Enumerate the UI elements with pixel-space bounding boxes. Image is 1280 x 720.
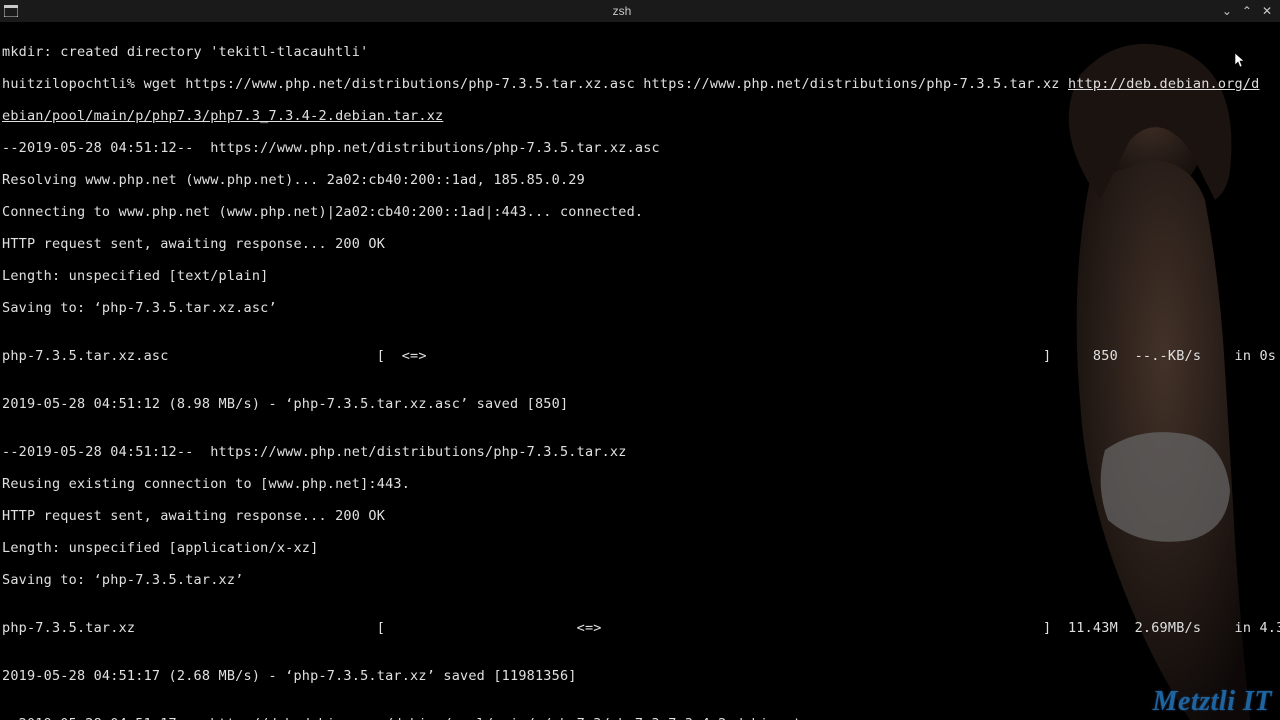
- output-line: --2019-05-28 04:51:12-- https://www.php.…: [2, 140, 1278, 156]
- progress-line: php-7.3.5.tar.xz.asc [ <=> ] 850 --.-KB/…: [2, 348, 1278, 364]
- output-line: Resolving www.php.net (www.php.net)... 2…: [2, 172, 1278, 188]
- url-link[interactable]: ebian/pool/main/p/php7.3/php7.3_7.3.4-2.…: [2, 108, 443, 124]
- output-line: Saving to: ‘php-7.3.5.tar.xz’: [2, 572, 1278, 588]
- window-controls: ⌄ ⌃ ✕: [1222, 4, 1280, 18]
- url-link[interactable]: http://deb.debian.org/d: [1068, 76, 1260, 92]
- output-line: HTTP request sent, awaiting response... …: [2, 508, 1278, 524]
- minimize-button[interactable]: ⌄: [1222, 4, 1232, 18]
- progress-line: php-7.3.5.tar.xz [ <=> ] 11.43M 2.69MB/s…: [2, 620, 1278, 636]
- terminal-output[interactable]: mkdir: created directory 'tekitl-tlacauh…: [0, 22, 1280, 720]
- output-line: mkdir: created directory 'tekitl-tlacauh…: [2, 44, 1278, 60]
- close-button[interactable]: ✕: [1262, 4, 1272, 18]
- output-line: HTTP request sent, awaiting response... …: [2, 236, 1278, 252]
- text: huitzilopochtli% wget https://www.php.ne…: [2, 76, 1068, 92]
- terminal-app-icon: [0, 5, 22, 17]
- output-line: Connecting to www.php.net (www.php.net)|…: [2, 204, 1278, 220]
- output-line: Saving to: ‘php-7.3.5.tar.xz.asc’: [2, 300, 1278, 316]
- output-line: --2019-05-28 04:51:17-- http://deb.debia…: [2, 716, 1278, 720]
- output-line: 2019-05-28 04:51:12 (8.98 MB/s) - ‘php-7…: [2, 396, 1278, 412]
- output-line: Length: unspecified [application/x-xz]: [2, 540, 1278, 556]
- window-titlebar: zsh ⌄ ⌃ ✕: [0, 0, 1280, 22]
- window-title: zsh: [22, 4, 1222, 18]
- output-line: Length: unspecified [text/plain]: [2, 268, 1278, 284]
- output-line: --2019-05-28 04:51:12-- https://www.php.…: [2, 444, 1278, 460]
- output-line: huitzilopochtli% wget https://www.php.ne…: [2, 76, 1278, 92]
- output-line: 2019-05-28 04:51:17 (2.68 MB/s) - ‘php-7…: [2, 668, 1278, 684]
- maximize-button[interactable]: ⌃: [1242, 4, 1252, 18]
- output-line: Reusing existing connection to [www.php.…: [2, 476, 1278, 492]
- output-line: ebian/pool/main/p/php7.3/php7.3_7.3.4-2.…: [2, 108, 1278, 124]
